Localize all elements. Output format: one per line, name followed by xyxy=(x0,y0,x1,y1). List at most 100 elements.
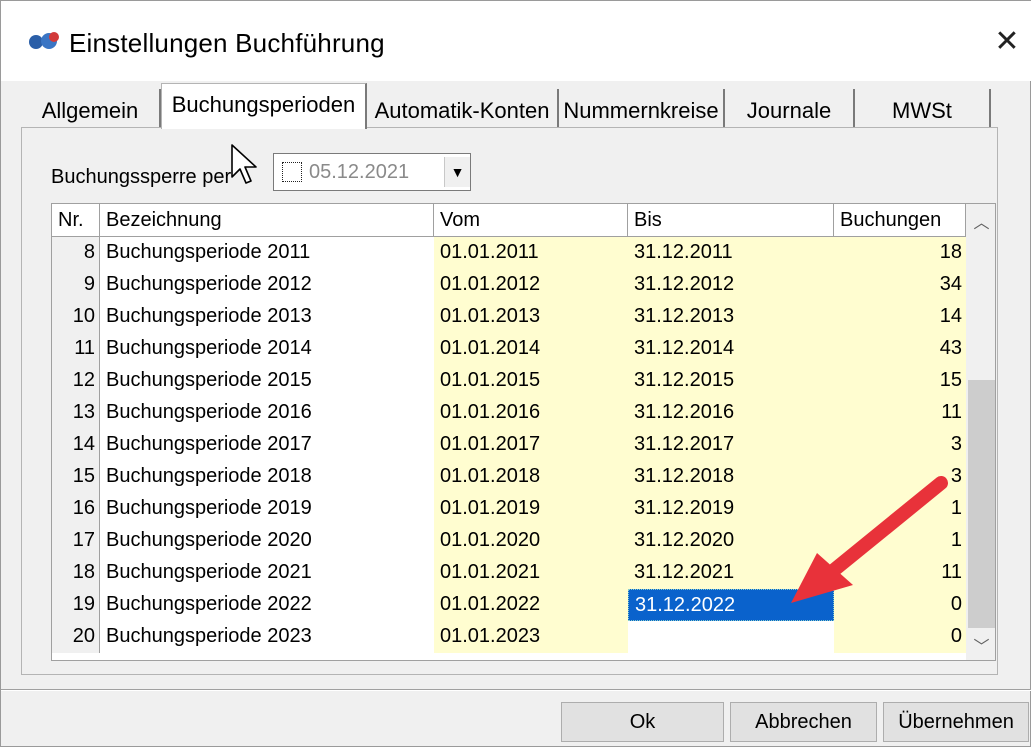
table-row[interactable]: 19 Buchungsperiode 2022 01.01.2022 31.12.20… xyxy=(52,589,966,621)
bookings-count-cell[interactable]: 34 xyxy=(834,269,966,301)
period-name-cell[interactable]: Buchungsperiode 2021 xyxy=(100,557,434,589)
table-header: Nr. Bezeichnung Vom Bis Buchungen xyxy=(52,204,966,237)
to-date-cell[interactable]: 31.12.2020 xyxy=(628,525,834,557)
window-title: Einstellungen Buchführung xyxy=(69,28,385,58)
from-date-cell[interactable]: 01.01.2020 xyxy=(434,525,628,557)
row-number: 10 xyxy=(52,301,100,333)
row-number: 8 xyxy=(52,237,100,269)
to-date-cell[interactable]: 31.12.2016 xyxy=(628,397,834,429)
to-date-cell[interactable]: 31.12.2019 xyxy=(628,493,834,525)
from-date-cell[interactable]: 01.01.2015 xyxy=(434,365,628,397)
row-number: 13 xyxy=(52,397,100,429)
to-date-cell[interactable]: 31.12.2018 xyxy=(628,461,834,493)
period-name-cell[interactable]: Buchungsperiode 2014 xyxy=(100,333,434,365)
table-row[interactable]: 18 Buchungsperiode 2021 01.01.2021 31.12.20… xyxy=(52,557,966,589)
period-name-cell[interactable]: Buchungsperiode 2013 xyxy=(100,301,434,333)
to-date-cell[interactable]: 31.12.2022 xyxy=(628,589,834,621)
period-name-cell[interactable]: Buchungsperiode 2016 xyxy=(100,397,434,429)
bookings-count-cell[interactable]: 3 xyxy=(834,461,966,493)
from-date-cell[interactable]: 01.01.2014 xyxy=(434,333,628,365)
period-name-cell[interactable]: Buchungsperiode 2022 xyxy=(100,589,434,621)
from-date-cell[interactable]: 01.01.2012 xyxy=(434,269,628,301)
period-name-cell[interactable]: Buchungsperiode 2017 xyxy=(100,429,434,461)
from-date-cell[interactable]: 01.01.2011 xyxy=(434,237,628,269)
table-row[interactable]: 8 Buchungsperiode 2011 01.01.2011 31.12.201… xyxy=(52,237,966,269)
col-nr[interactable]: Nr. xyxy=(52,204,100,237)
from-date-cell[interactable]: 01.01.2019 xyxy=(434,493,628,525)
from-date-cell[interactable]: 01.01.2022 xyxy=(434,589,628,621)
to-date-cell[interactable]: 31.12.2021 xyxy=(628,557,834,589)
bookings-count-cell[interactable]: 0 xyxy=(834,589,966,621)
bookings-count-cell[interactable]: 43 xyxy=(834,333,966,365)
table-row[interactable]: 9 Buchungsperiode 2012 01.01.2012 31.12.201… xyxy=(52,269,966,301)
row-number: 19 xyxy=(52,589,100,621)
period-name-cell[interactable]: Buchungsperiode 2018 xyxy=(100,461,434,493)
apply-button[interactable]: Übernehmen xyxy=(883,702,1029,742)
to-date-cell[interactable]: 31.12.2013 xyxy=(628,301,834,333)
bookings-count-cell[interactable]: 0 xyxy=(834,621,966,653)
mouse-pointer-icon xyxy=(231,144,257,184)
scroll-up-icon[interactable]: ︿ xyxy=(966,204,995,238)
row-number: 12 xyxy=(52,365,100,397)
col-buchungen[interactable]: Buchungen xyxy=(834,204,966,237)
from-date-cell[interactable]: 01.01.2018 xyxy=(434,461,628,493)
col-bis[interactable]: Bis xyxy=(628,204,834,237)
to-date-cell[interactable]: 31.12.2014 xyxy=(628,333,834,365)
to-date-cell[interactable] xyxy=(628,621,834,653)
col-vom[interactable]: Vom xyxy=(434,204,628,237)
lock-checkbox[interactable] xyxy=(282,162,302,182)
from-date-cell[interactable]: 01.01.2016 xyxy=(434,397,628,429)
to-date-cell[interactable]: 31.12.2017 xyxy=(628,429,834,461)
period-name-cell[interactable]: Buchungsperiode 2015 xyxy=(100,365,434,397)
table-row[interactable]: 16 Buchungsperiode 2019 01.01.2019 31.12.20… xyxy=(52,493,966,525)
tab-journale[interactable]: Journale xyxy=(725,89,855,127)
tab-buchungsperioden[interactable]: Buchungsperioden xyxy=(161,83,367,129)
period-name-cell[interactable]: Buchungsperiode 2012 xyxy=(100,269,434,301)
bookings-count-cell[interactable]: 18 xyxy=(834,237,966,269)
scroll-thumb[interactable] xyxy=(968,380,995,628)
col-bezeichnung[interactable]: Bezeichnung xyxy=(100,204,434,237)
periods-table: Nr. Bezeichnung Vom Bis Buchungen 8 Buchu… xyxy=(51,203,996,661)
bookings-count-cell[interactable]: 3 xyxy=(834,429,966,461)
cancel-button[interactable]: Abbrechen xyxy=(730,702,877,742)
to-date-cell[interactable]: 31.12.2015 xyxy=(628,365,834,397)
close-button[interactable]: ✕ xyxy=(987,19,1027,63)
bookings-count-cell[interactable]: 1 xyxy=(834,525,966,557)
ok-button[interactable]: Ok xyxy=(561,702,724,742)
bookings-count-cell[interactable]: 15 xyxy=(834,365,966,397)
from-date-cell[interactable]: 01.01.2023 xyxy=(434,621,628,653)
period-name-cell[interactable]: Buchungsperiode 2020 xyxy=(100,525,434,557)
table-row[interactable]: 13 Buchungsperiode 2016 01.01.2016 31.12.20… xyxy=(52,397,966,429)
table-row[interactable]: 10 Buchungsperiode 2013 01.01.2013 31.12.20… xyxy=(52,301,966,333)
table-row[interactable]: 14 Buchungsperiode 2017 01.01.2017 31.12.20… xyxy=(52,429,966,461)
row-number: 11 xyxy=(52,333,100,365)
table-row[interactable]: 20 Buchungsperiode 2023 01.01.2023 0 xyxy=(52,621,966,653)
lock-date-picker[interactable]: 05.12.2021 ▼ xyxy=(273,153,471,191)
bookings-count-cell[interactable]: 11 xyxy=(834,557,966,589)
period-name-cell[interactable]: Buchungsperiode 2019 xyxy=(100,493,434,525)
settings-dialog: Einstellungen Buchführung ✕ Allgemein Bu… xyxy=(0,0,1031,747)
tab-automatik-konten[interactable]: Automatik-Konten xyxy=(367,89,559,127)
from-date-cell[interactable]: 01.01.2013 xyxy=(434,301,628,333)
from-date-cell[interactable]: 01.01.2021 xyxy=(434,557,628,589)
from-date-cell[interactable]: 01.01.2017 xyxy=(434,429,628,461)
table-row[interactable]: 12 Buchungsperiode 2015 01.01.2015 31.12.20… xyxy=(52,365,966,397)
chevron-down-icon[interactable]: ▼ xyxy=(444,157,470,187)
tab-mwst[interactable]: MWSt xyxy=(855,89,991,127)
bookings-count-cell[interactable]: 1 xyxy=(834,493,966,525)
table-row[interactable]: 15 Buchungsperiode 2018 01.01.2018 31.12.20… xyxy=(52,461,966,493)
row-number: 17 xyxy=(52,525,100,557)
tab-allgemein[interactable]: Allgemein xyxy=(21,89,161,127)
to-date-cell[interactable]: 31.12.2012 xyxy=(628,269,834,301)
table-row[interactable]: 17 Buchungsperiode 2020 01.01.2020 31.12.20… xyxy=(52,525,966,557)
scroll-down-icon[interactable]: ﹀ xyxy=(966,628,995,660)
bookings-count-cell[interactable]: 14 xyxy=(834,301,966,333)
period-name-cell[interactable]: Buchungsperiode 2011 xyxy=(100,237,434,269)
table-row[interactable]: 11 Buchungsperiode 2014 01.01.2014 31.12.20… xyxy=(52,333,966,365)
row-number: 9 xyxy=(52,269,100,301)
period-name-cell[interactable]: Buchungsperiode 2023 xyxy=(100,621,434,653)
bookings-count-cell[interactable]: 11 xyxy=(834,397,966,429)
tab-nummernkreise[interactable]: Nummernkreise xyxy=(559,89,725,127)
vertical-scrollbar[interactable]: ︿ ﹀ xyxy=(966,204,995,660)
to-date-cell[interactable]: 31.12.2011 xyxy=(628,237,834,269)
